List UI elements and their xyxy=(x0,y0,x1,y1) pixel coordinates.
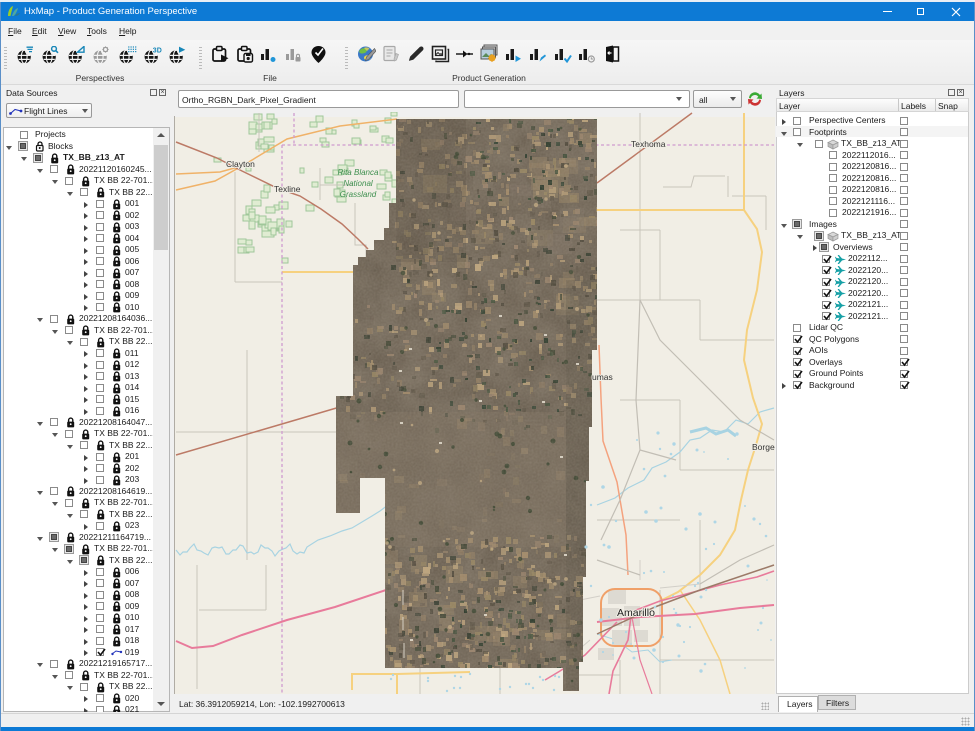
svg-text:Borger: Borger xyxy=(752,442,775,452)
svg-text:Rita Blanca: Rita Blanca xyxy=(338,168,379,177)
svg-text:umas: umas xyxy=(592,372,613,382)
svg-text:3D: 3D xyxy=(152,47,161,54)
svg-text:Grassland: Grassland xyxy=(340,190,377,199)
svg-text:Texline: Texline xyxy=(274,184,301,194)
svg-text:National: National xyxy=(343,179,373,188)
svg-text:Amarillo: Amarillo xyxy=(617,607,655,619)
svg-text:Clayton: Clayton xyxy=(226,159,255,169)
svg-text:Texhoma: Texhoma xyxy=(631,139,666,149)
